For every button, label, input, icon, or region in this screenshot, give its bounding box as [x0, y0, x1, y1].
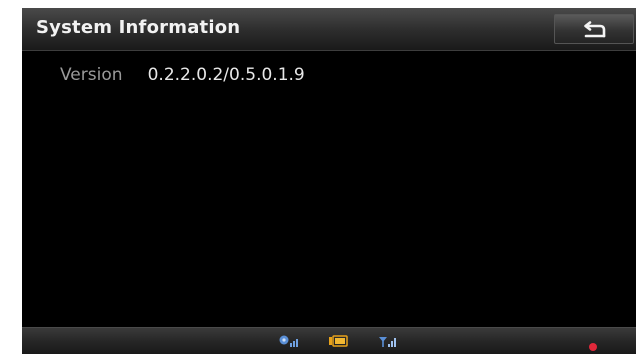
version-label: Version — [60, 65, 123, 85]
back-button[interactable] — [554, 14, 634, 44]
status-bar — [22, 327, 636, 354]
page-title: System Information — [36, 17, 241, 38]
title-bar: System Information — [22, 8, 636, 51]
version-row: Version 0.2.2.0.2/0.5.0.1.9 — [60, 65, 305, 89]
system-info-screen: System Information Version 0.2.2.0.2/0.5… — [22, 8, 636, 354]
battery-icon — [328, 334, 350, 353]
gps-icon — [278, 334, 300, 353]
signal-icon — [377, 334, 399, 353]
record-indicator-icon — [588, 337, 598, 354]
back-arrow-icon — [584, 21, 606, 38]
version-value: 0.2.2.0.2/0.5.0.1.9 — [147, 65, 305, 85]
info-content: Version 0.2.2.0.2/0.5.0.1.9 — [22, 51, 636, 321]
